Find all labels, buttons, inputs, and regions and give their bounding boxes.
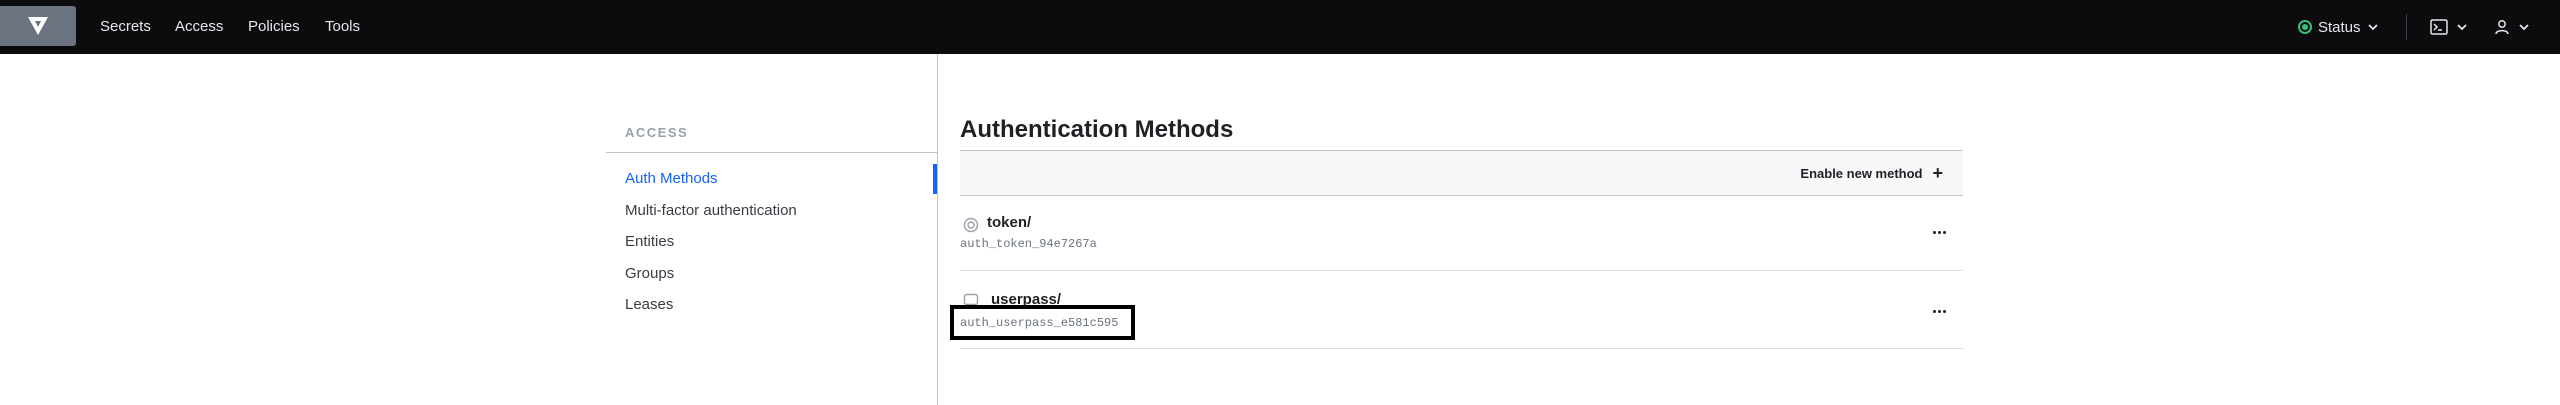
chevron-down-icon: [2457, 24, 2467, 31]
sidebar-border: [937, 54, 938, 405]
page-title: Authentication Methods: [960, 116, 1234, 143]
token-icon: [963, 217, 979, 233]
status-indicator-icon: [2298, 20, 2312, 34]
status-label: Status: [2318, 18, 2361, 36]
user-icon: [2495, 20, 2509, 35]
sidebar-item-auth-methods[interactable]: Auth Methods: [625, 170, 718, 187]
enable-new-method-label: Enable new method: [1800, 165, 1923, 181]
sidebar-divider: [606, 152, 937, 153]
plus-icon: +: [1932, 163, 1943, 183]
more-actions-icon[interactable]: [1929, 222, 1949, 242]
auth-method-accessor: auth_token_94e7267a: [960, 237, 1097, 251]
sidebar-item-mfa[interactable]: Multi-factor authentication: [625, 202, 797, 219]
sidebar-item-entities[interactable]: Entities: [625, 233, 674, 250]
chevron-down-icon: [2367, 24, 2378, 31]
auth-method-name[interactable]: token/: [987, 214, 1031, 231]
nav-tools[interactable]: Tools: [325, 0, 360, 54]
nav-divider: [2406, 14, 2407, 40]
user-menu[interactable]: [2494, 0, 2530, 54]
enable-new-method-button[interactable]: Enable new method +: [1800, 151, 1943, 195]
sidebar-item-groups[interactable]: Groups: [625, 265, 674, 282]
status-menu[interactable]: Status: [2298, 0, 2379, 54]
more-actions-icon[interactable]: [1929, 301, 1949, 321]
top-navigation: Secrets Access Policies Tools Status: [0, 0, 2560, 54]
highlight-box: [950, 305, 1135, 340]
toolbar: Enable new method +: [960, 150, 1963, 196]
nav-secrets[interactable]: Secrets: [100, 0, 151, 54]
chevron-down-icon: [2519, 24, 2529, 31]
vault-logo-icon[interactable]: [0, 6, 76, 46]
sidebar-header: ACCESS: [625, 125, 689, 140]
sidebar-item-leases[interactable]: Leases: [625, 296, 673, 313]
nav-policies[interactable]: Policies: [248, 0, 300, 54]
access-sidebar: ACCESS Auth Methods Multi-factor authent…: [606, 54, 938, 405]
main-content: Authentication Methods Enable new method…: [960, 54, 1963, 405]
terminal-icon: [2430, 19, 2448, 35]
console-menu[interactable]: [2430, 0, 2468, 54]
nav-access[interactable]: Access: [175, 0, 223, 54]
auth-method-row-token[interactable]: token/ auth_token_94e7267a: [960, 196, 1963, 271]
